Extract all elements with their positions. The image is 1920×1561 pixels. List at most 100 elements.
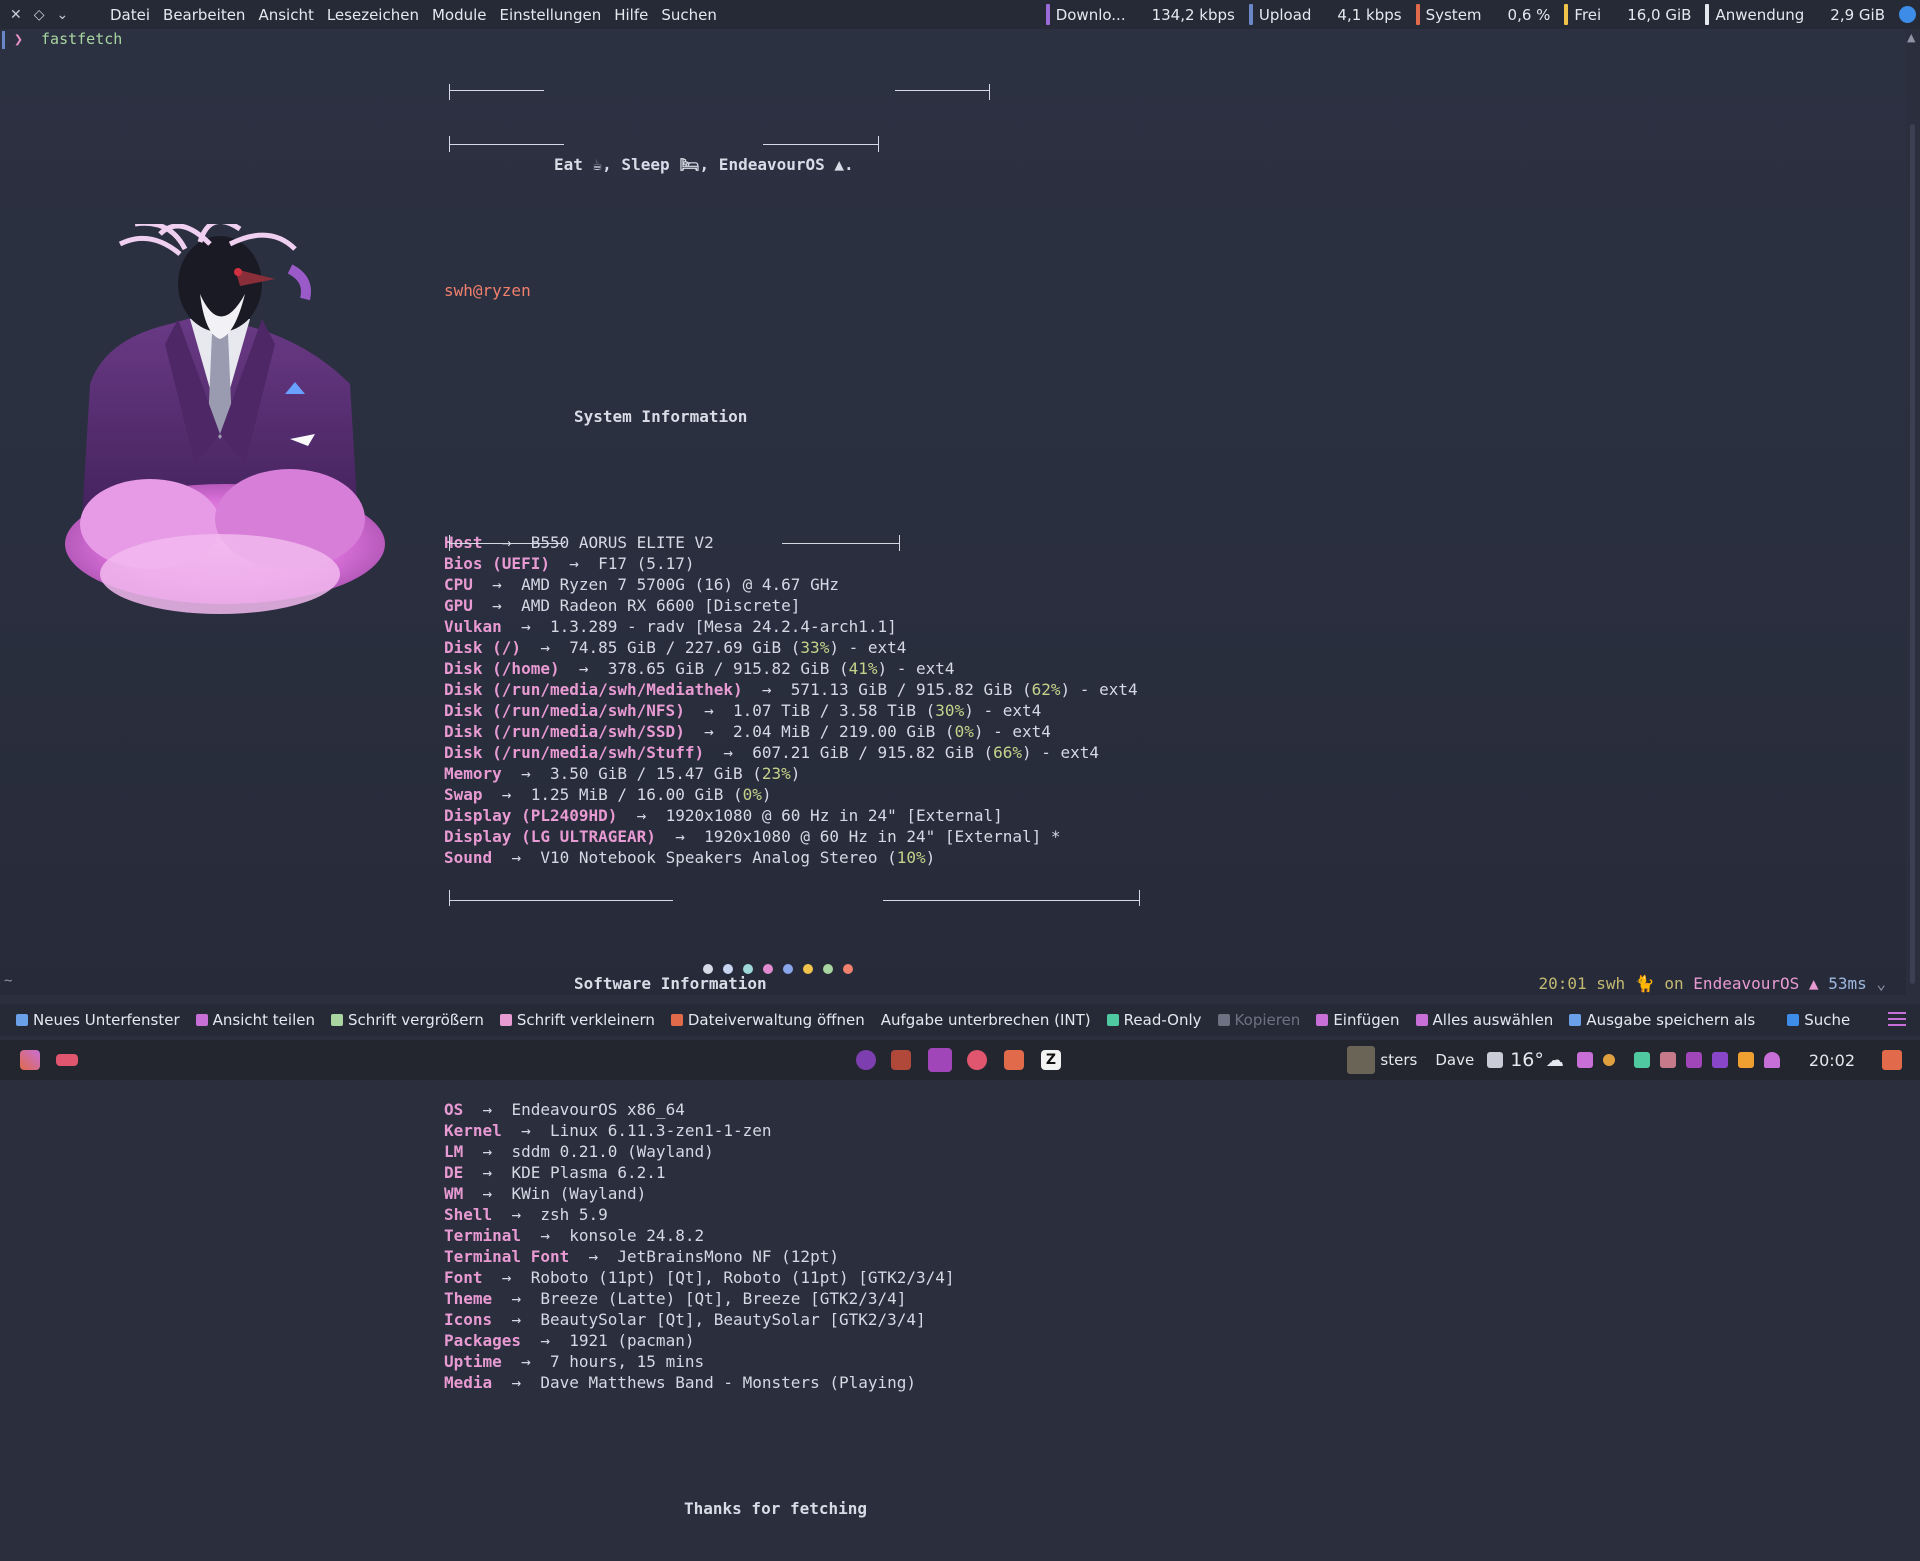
- monitor-value: 4,1 kbps: [1337, 5, 1402, 24]
- cloud-icon[interactable]: ☁: [1546, 1050, 1564, 1071]
- close-icon[interactable]: ✕: [10, 7, 22, 23]
- app-launcher-icon[interactable]: [20, 1050, 40, 1070]
- font-bigger-icon: [330, 1014, 343, 1026]
- menu-item-einstellungen[interactable]: Einstellungen: [500, 6, 602, 24]
- info-percent: 0%: [742, 785, 762, 804]
- open-file-manager-button[interactable]: Dateiverwaltung öffnen: [670, 1011, 865, 1029]
- clock[interactable]: 20:02: [1809, 1051, 1855, 1070]
- files-icon[interactable]: [891, 1050, 911, 1070]
- tray-media-title[interactable]: sters: [1380, 1051, 1417, 1069]
- info-value: Linux 6.11.3-zen1-1-zen: [549, 1121, 772, 1140]
- tray-artist[interactable]: Dave: [1435, 1051, 1474, 1069]
- info-suffix: ) - ext4: [964, 701, 1042, 720]
- terminal-scrollbar[interactable]: ▲: [1906, 29, 1920, 995]
- status-dot-icon[interactable]: [1602, 1054, 1615, 1066]
- monitor-system[interactable]: System 0,6 %: [1415, 4, 1550, 25]
- color-picker-icon[interactable]: [1576, 1052, 1593, 1068]
- notification-icon[interactable]: [1763, 1052, 1780, 1068]
- paste-button[interactable]: Einfügen: [1316, 1011, 1400, 1029]
- monitor-downlo[interactable]: Downlo... 134,2 kbps: [1045, 4, 1235, 25]
- info-line: GPU → AMD Radeon RX 6600 [Discrete]: [444, 595, 1138, 616]
- menu-item-datei[interactable]: Datei: [110, 6, 150, 24]
- scrollbar-thumb[interactable]: [1910, 124, 1915, 984]
- scroll-up-icon[interactable]: ▲: [1907, 31, 1915, 44]
- gamepad-icon[interactable]: [1659, 1052, 1676, 1068]
- palette-dot: [703, 964, 713, 974]
- lock-icon[interactable]: [1633, 1052, 1650, 1068]
- copy-button[interactable]: Kopieren: [1217, 1011, 1300, 1029]
- palette-dot: [743, 964, 753, 974]
- info-line: Terminal Font → JetBrainsMono NF (12pt): [444, 1246, 1138, 1267]
- endeavour-icon: ▲: [1808, 974, 1819, 993]
- save-output-button[interactable]: Ausgabe speichern als: [1569, 1011, 1755, 1029]
- firefox-icon[interactable]: [967, 1050, 987, 1070]
- arrow-icon: →: [540, 638, 550, 657]
- menu-item-suchen[interactable]: Suchen: [661, 6, 717, 24]
- monitor-frei[interactable]: Frei 16,0 GiB: [1564, 4, 1691, 25]
- info-line: Theme → Breeze (Latte) [Qt], Breeze [GTK…: [444, 1288, 1138, 1309]
- split-view-button[interactable]: Ansicht teilen: [195, 1011, 315, 1029]
- weather-temp[interactable]: 16°: [1510, 1049, 1544, 1071]
- palette-dot: [763, 964, 773, 974]
- font-smaller-icon: [499, 1014, 512, 1026]
- palette-dot: [823, 964, 833, 974]
- brave-icon[interactable]: [1004, 1050, 1024, 1070]
- info-key: Bios (UEFI): [444, 554, 550, 573]
- main-menu: Datei Bearbeiten Ansicht Lesezeichen Module E…: [110, 6, 717, 24]
- logout-icon[interactable]: [1882, 1050, 1902, 1070]
- chevron-down-icon[interactable]: ⌄: [1876, 974, 1886, 993]
- arrow-icon: →: [521, 764, 531, 783]
- prompt-on: on: [1664, 974, 1684, 993]
- album-art-icon[interactable]: [1347, 1046, 1376, 1074]
- info-value: JetBrainsMono NF (12pt): [617, 1247, 839, 1266]
- zed-icon[interactable]: Z: [1041, 1050, 1061, 1070]
- select-all-button[interactable]: Alles auswählen: [1415, 1011, 1553, 1029]
- terminal-view[interactable]: ❯ fastfetch Eat ☕, Sleep 🛏, EndeavourOS …: [0, 29, 1906, 1518]
- monitor-label: Downlo...: [1055, 5, 1126, 24]
- window-controls: ✕ ◇ ⌄: [0, 7, 110, 23]
- volume-icon[interactable]: [1737, 1052, 1754, 1068]
- banner-line: Eat ☕, Sleep 🛏, EndeavourOS ▲.: [444, 154, 1138, 175]
- clipboard-icon[interactable]: [1685, 1052, 1702, 1068]
- monitor-bar: [1564, 4, 1569, 25]
- info-value: 1921 (pacman): [569, 1331, 695, 1350]
- info-value: 3.50 GiB / 15.47 GiB (: [549, 764, 762, 783]
- toolbar-label: Ausgabe speichern als: [1586, 1011, 1756, 1029]
- menu-item-bearbeiten[interactable]: Bearbeiten: [163, 6, 245, 24]
- prompt-os: EndeavourOS: [1693, 974, 1800, 993]
- radio-icon[interactable]: [1487, 1052, 1504, 1068]
- info-key: Font: [444, 1268, 483, 1287]
- pin-icon[interactable]: ◇: [34, 7, 45, 23]
- monitor-upload[interactable]: Upload 4,1 kbps: [1248, 4, 1402, 25]
- hamburger-menu-icon[interactable]: [1888, 1012, 1906, 1026]
- arrow-icon: →: [492, 596, 502, 615]
- notifications-icon[interactable]: [1899, 6, 1916, 23]
- pager-icon[interactable]: [56, 1054, 78, 1066]
- info-key: Terminal: [444, 1226, 522, 1245]
- select-all-icon: [1415, 1014, 1428, 1026]
- read-only-button[interactable]: Read-Only: [1106, 1011, 1202, 1029]
- monitor-anwendung[interactable]: Anwendung 2,9 GiB: [1705, 4, 1885, 25]
- info-key: Disk (/run/media/swh/SSD): [444, 722, 685, 741]
- font-bigger-button[interactable]: Schrift vergrößern: [330, 1011, 484, 1029]
- app-icon[interactable]: [856, 1050, 876, 1070]
- konsole-icon[interactable]: [928, 1048, 952, 1072]
- palette-dot: [783, 964, 793, 974]
- interrupt-task-button[interactable]: Aufgabe unterbrechen (INT): [881, 1011, 1091, 1029]
- menu-item-ansicht[interactable]: Ansicht: [258, 6, 313, 24]
- info-value: 571.13 GiB / 915.82 GiB (: [790, 680, 1032, 699]
- network-icon[interactable]: [1711, 1052, 1728, 1068]
- chevron-down-icon[interactable]: ⌄: [57, 7, 69, 23]
- menu-item-lesezeichen[interactable]: Lesezeichen: [327, 6, 419, 24]
- arrow-icon: →: [521, 617, 531, 636]
- menu-item-module[interactable]: Module: [432, 6, 487, 24]
- info-key: DE: [444, 1163, 464, 1182]
- arrow-icon: →: [761, 680, 772, 699]
- menu-item-hilfe[interactable]: Hilfe: [614, 6, 648, 24]
- font-smaller-button[interactable]: Schrift verkleinern: [499, 1011, 655, 1029]
- info-key: LM: [444, 1142, 464, 1161]
- info-key: CPU: [444, 575, 473, 594]
- info-key: Disk (/run/media/swh/Mediathek): [444, 680, 743, 699]
- new-tab-button[interactable]: Neues Unterfenster: [16, 1011, 180, 1029]
- search-button[interactable]: Suche: [1787, 1011, 1850, 1029]
